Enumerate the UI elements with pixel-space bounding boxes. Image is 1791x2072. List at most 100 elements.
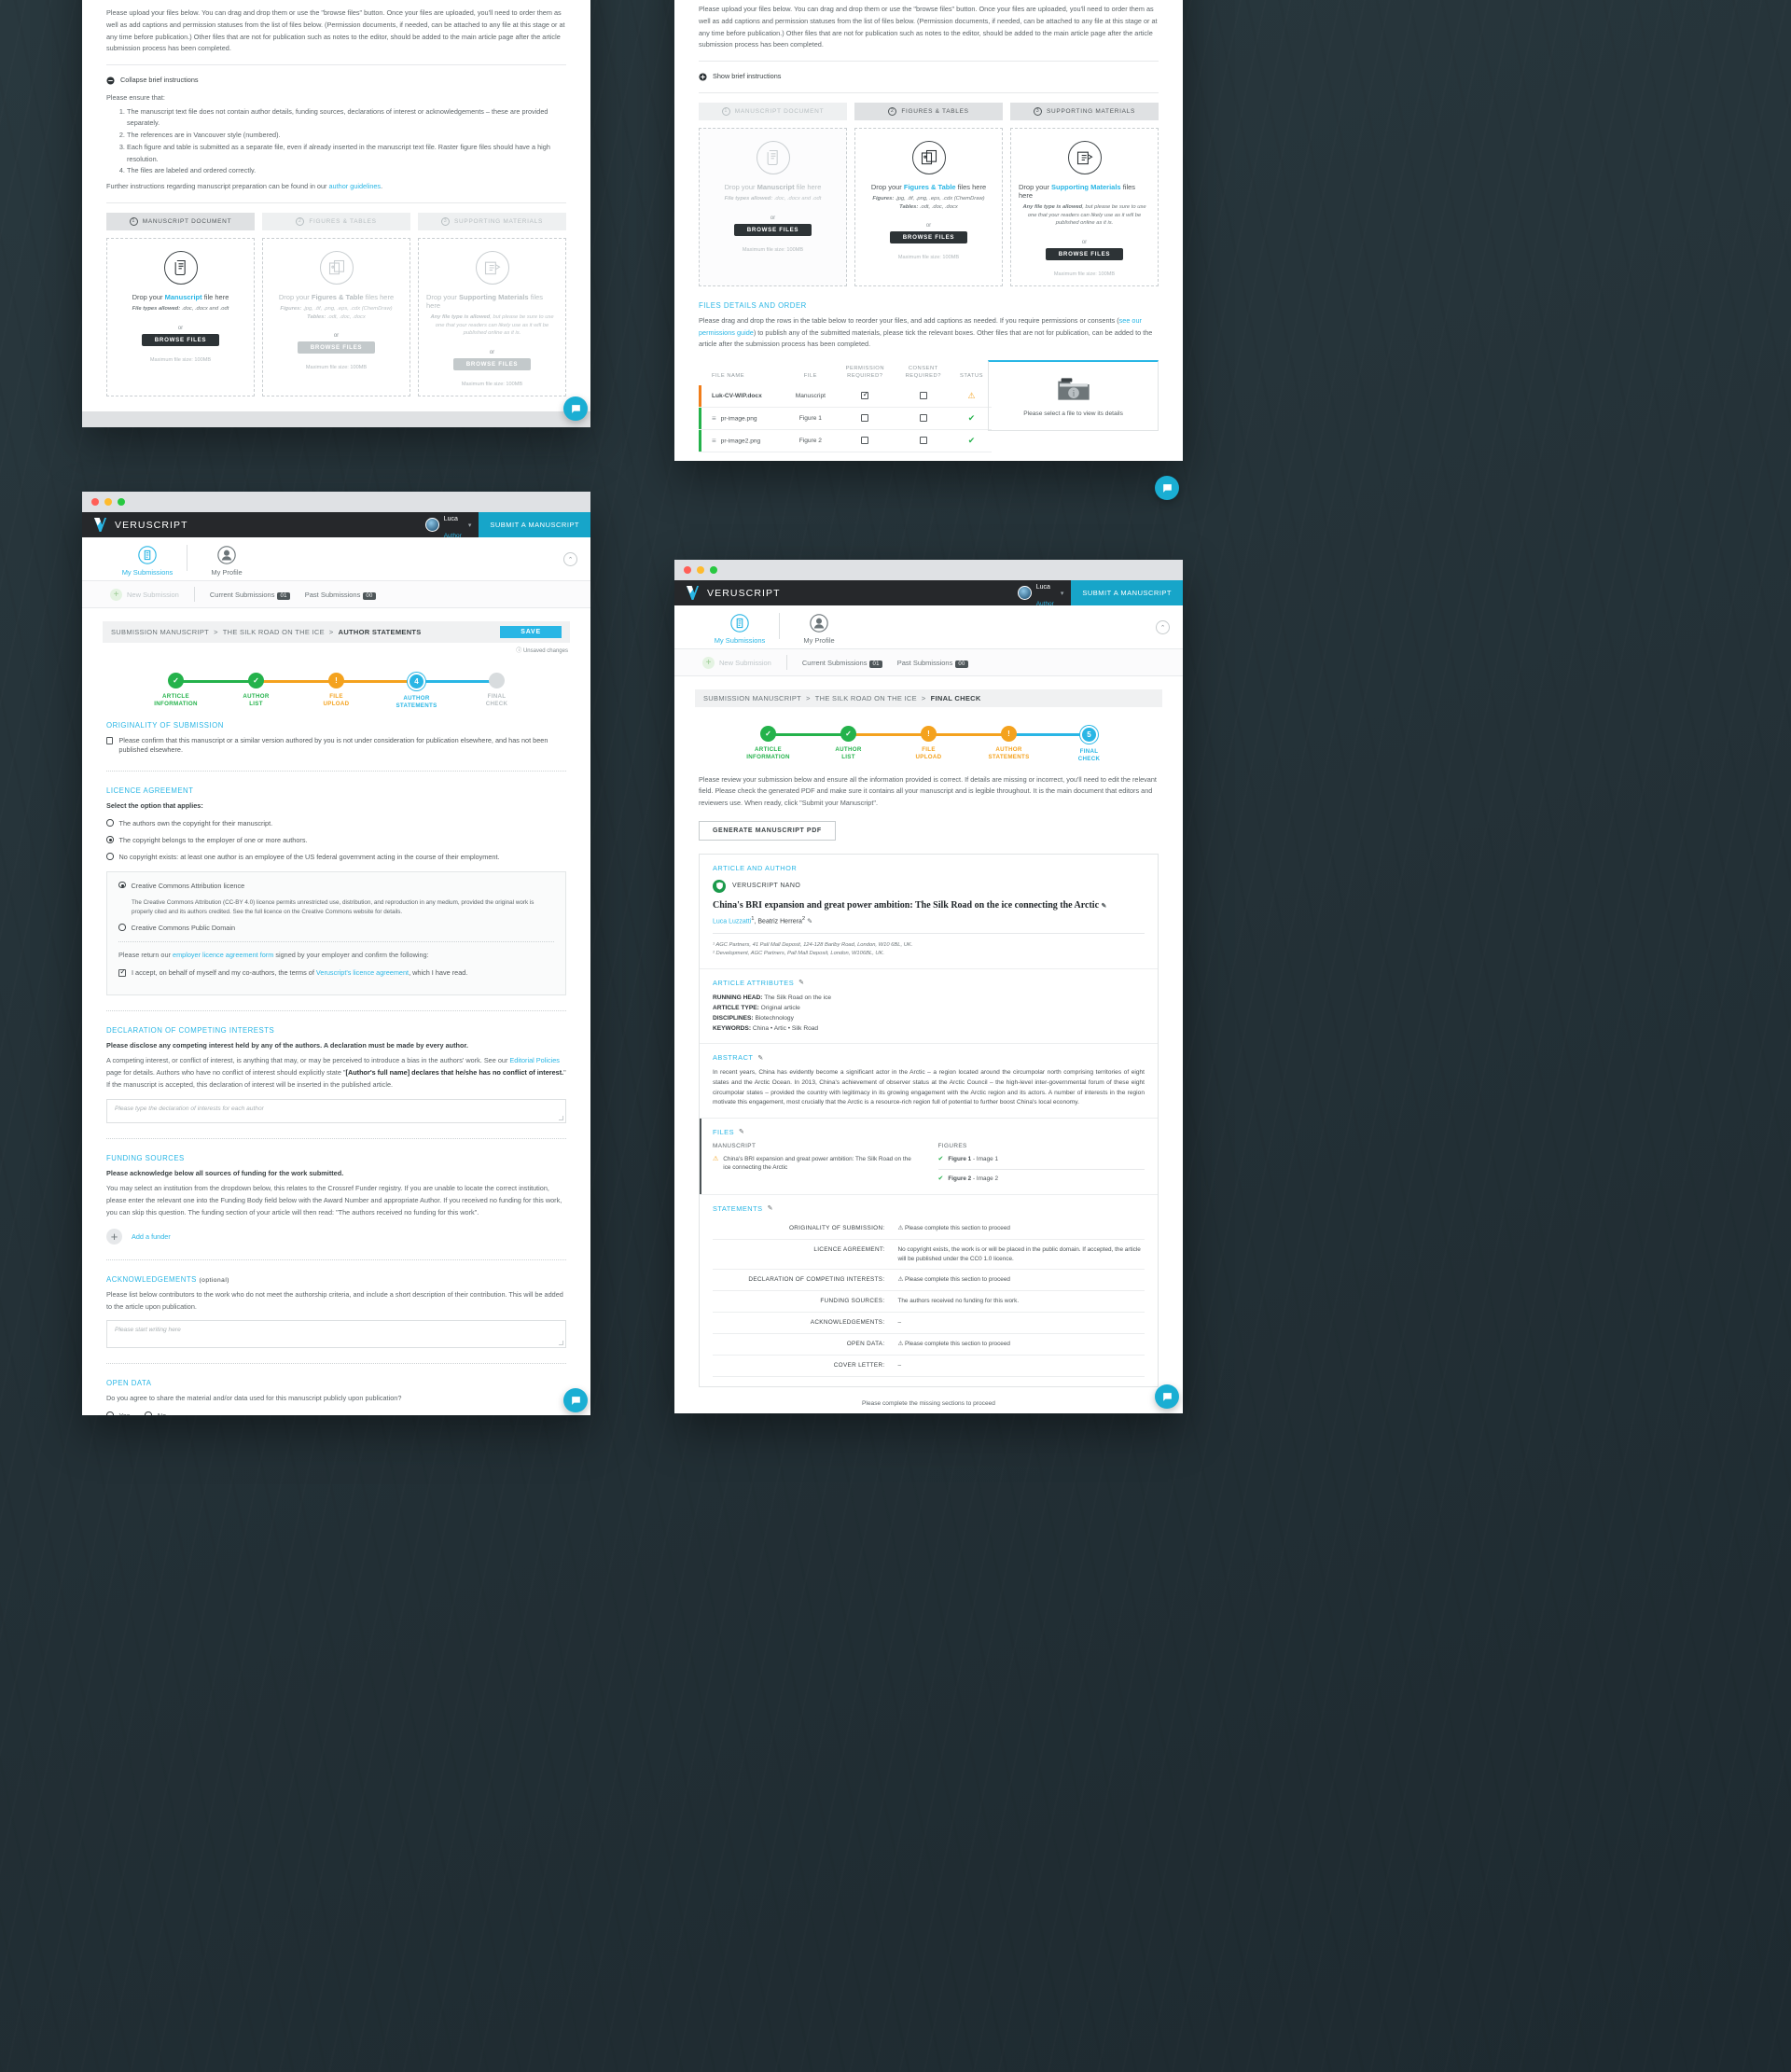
browse-files-button[interactable]: BROWSE FILES [141,333,220,346]
edit-abstract-pencil-icon[interactable]: ✎ [757,1054,763,1062]
minimize-window-button[interactable] [697,566,704,574]
consent-checkbox[interactable] [919,436,927,444]
radio-icon[interactable] [106,819,114,827]
breadcrumb-item-2[interactable]: THE SILK ROAD ON THE ICE [815,694,917,702]
sidebar-item-my-submissions[interactable]: My Submissions [114,545,181,577]
step-file-upload[interactable]: ! FILE UPLOAD [297,673,417,710]
close-window-button[interactable] [684,566,691,574]
step-author-statements[interactable]: 4 AUTHOR STATEMENTS [377,673,497,710]
submit-manuscript-button[interactable]: SUBMIT A MANUSCRIPT [479,512,590,537]
browse-files-button[interactable]: BROWSE FILES [733,223,812,236]
table-row[interactable]: Luk-CV-WIP.docx Manuscript ⚠ [699,385,993,409]
step-article-information[interactable]: ✓ ARTICLE INFORMATION [729,726,849,763]
cc-by-option[interactable]: Creative Commons Attribution licence [118,881,554,892]
sidebar-item-my-submissions[interactable]: My Submissions [706,613,773,645]
generate-manuscript-pdf-button[interactable]: GENERATE MANUSCRIPT PDF [699,820,836,841]
dropzone-supporting[interactable]: Drop your Supporting Materials files her… [1010,127,1159,286]
accept-terms-row[interactable]: I accept, on behalf of myself and my co-… [118,967,554,979]
acknowledgements-textarea[interactable]: Please start writing here [106,1320,566,1349]
browse-files-button[interactable]: BROWSE FILES [452,358,532,371]
author-guidelines-link[interactable]: author guidelines [329,182,382,190]
licence-option-3[interactable]: No copyright exists: at least one author… [106,853,566,863]
edit-attributes-pencil-icon[interactable]: ✎ [798,979,804,986]
table-row[interactable]: ≡ pr-image2.png Figure 2 ✔ [699,429,993,453]
collapse-header-button[interactable]: ⌃ [1156,620,1170,634]
edit-files-pencil-icon[interactable]: ✎ [739,1128,744,1135]
step-author-list[interactable]: ✓ AUTHOR LIST [809,726,929,763]
chat-bubble-button[interactable] [563,1388,588,1412]
licence-option-2[interactable]: The copyright belongs to the employer of… [106,836,566,846]
permission-checkbox[interactable] [861,413,869,422]
consent-checkbox[interactable] [919,413,927,422]
new-submission-button[interactable]: + New Submission [110,588,179,601]
edit-statements-pencil-icon[interactable]: ✎ [768,1204,773,1212]
minimize-window-button[interactable] [104,498,112,506]
chat-bubble-button[interactable] [563,396,588,421]
drag-handle-icon[interactable]: ≡ [712,414,716,423]
table-row[interactable]: ≡ pr-image.png Figure 1 ✔ [699,407,993,431]
dropzone-figures[interactable]: Drop your Figures & Table files here Fig… [854,127,1003,286]
radio-icon[interactable] [106,1411,114,1415]
dropzone-figures[interactable]: Drop your Figures & Table files here Fig… [262,237,410,397]
tab-past-submissions[interactable]: Past Submissions 00 [897,659,968,668]
tab-supporting-materials[interactable]: 3 SUPPORTING MATERIALS [418,212,566,230]
sidebar-item-my-profile[interactable]: My Profile [785,613,853,645]
dropzone-supporting[interactable]: Drop your Supporting Materials files her… [418,237,566,397]
sidebar-item-my-profile[interactable]: My Profile [193,545,260,577]
tab-current-submissions[interactable]: Current Submissions 01 [802,659,882,668]
browse-files-button[interactable]: BROWSE FILES [889,231,968,244]
licence-agreement-link[interactable]: Veruscript's licence agreement [316,968,409,977]
step-article-information[interactable]: ✓ ARTICLE INFORMATION [136,673,257,710]
collapse-header-button[interactable]: ⌃ [563,552,577,566]
add-funder-button[interactable]: + Add a funder [106,1228,566,1245]
breadcrumb-item-2[interactable]: THE SILK ROAD ON THE ICE [223,628,325,636]
open-data-no[interactable]: No [145,1411,166,1415]
accept-terms-checkbox[interactable] [118,967,126,977]
new-submission-button[interactable]: + New Submission [702,656,771,669]
employer-licence-form-link[interactable]: employer licence agreement form [173,951,273,959]
save-button[interactable]: SAVE [500,626,562,638]
step-file-upload[interactable]: ! FILE UPLOAD [889,726,1009,763]
radio-icon[interactable] [118,881,126,889]
step-author-statements[interactable]: ! AUTHOR STATEMENTS [969,726,1090,763]
close-window-button[interactable] [91,498,99,506]
radio-icon[interactable] [118,924,126,931]
edit-authors-pencil-icon[interactable]: ✎ [807,918,812,925]
consent-checkbox[interactable] [919,391,927,399]
collapse-instructions-toggle[interactable]: Collapse brief instructions [106,75,566,87]
save-and-go-back[interactable]: ← SAVE AND GO BACK Author list [104,421,180,427]
originality-confirm-row[interactable]: Please confirm that this manuscript or a… [106,736,566,757]
chat-bubble-button[interactable] [1155,1384,1179,1409]
author-name[interactable]: Luca Luzzatti [713,918,751,925]
save-and-go-next[interactable]: SAVE AND GO NEXT Author statements → [491,421,568,427]
tab-manuscript-document[interactable]: 1 MANUSCRIPT DOCUMENT [699,102,847,120]
breadcrumb-item-1[interactable]: SUBMISSION MANUSCRIPT [111,628,209,636]
originality-checkbox[interactable] [106,737,114,744]
tab-supporting-materials[interactable]: 3 SUPPORTING MATERIALS [1010,102,1159,120]
tab-manuscript-document[interactable]: 1 MANUSCRIPT DOCUMENT [106,212,255,230]
maximize-window-button[interactable] [118,498,125,506]
cc-public-domain-option[interactable]: Creative Commons Public Domain [118,924,554,934]
permission-checkbox[interactable] [861,390,868,399]
open-data-yes[interactable]: Yes [106,1411,130,1415]
submit-manuscript-button[interactable]: SUBMIT A MANUSCRIPT [1071,580,1183,605]
step-author-list[interactable]: ✓ AUTHOR LIST [216,673,337,710]
step-final-check[interactable]: FINAL CHECK [457,673,537,710]
dropzone-manuscript[interactable]: Drop your Manuscript file here File type… [106,237,255,397]
permission-checkbox[interactable] [861,436,869,444]
tab-figures-tables[interactable]: 2 FIGURES & TABLES [262,212,410,230]
browse-files-button[interactable]: BROWSE FILES [1045,247,1124,260]
tab-current-submissions[interactable]: Current Submissions 01 [210,591,290,600]
edit-title-pencil-icon[interactable]: ✎ [1102,902,1107,910]
tab-past-submissions[interactable]: Past Submissions 00 [305,591,376,600]
step-final-check[interactable]: 5 FINAL CHECK [1049,726,1130,763]
maximize-window-button[interactable] [710,566,717,574]
browse-files-button[interactable]: BROWSE FILES [297,341,376,355]
competing-interests-textarea[interactable]: Please type the declaration of interests… [106,1098,566,1123]
breadcrumb-item-1[interactable]: SUBMISSION MANUSCRIPT [703,694,801,702]
show-instructions-toggle[interactable]: Show brief instructions [699,71,1159,83]
tab-figures-tables[interactable]: 2 FIGURES & TABLES [854,102,1003,120]
drag-handle-icon[interactable]: ≡ [712,437,716,445]
chat-bubble-button[interactable] [1155,476,1179,500]
radio-icon[interactable] [106,836,114,843]
